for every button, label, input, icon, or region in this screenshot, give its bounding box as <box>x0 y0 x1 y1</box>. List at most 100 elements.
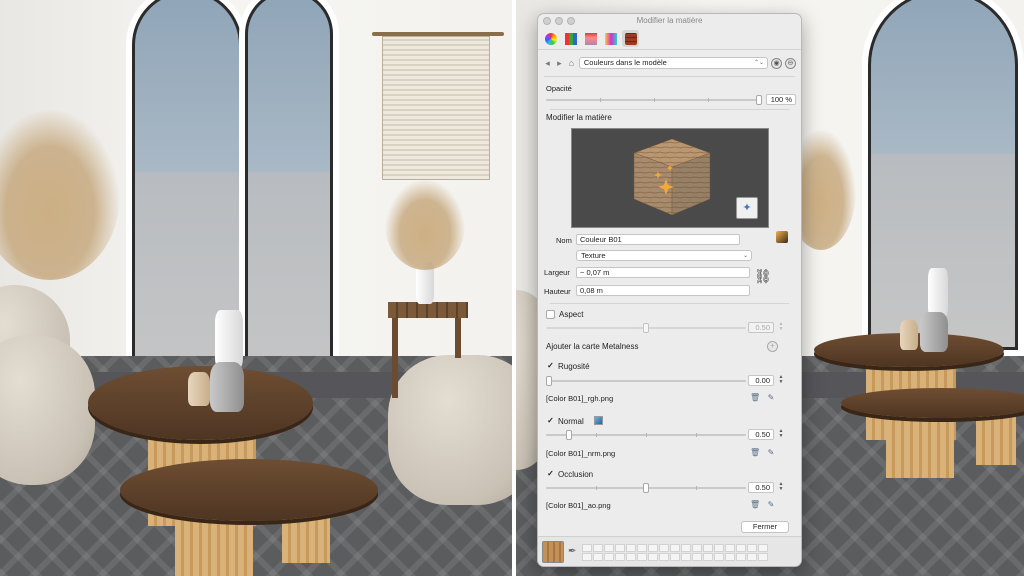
empty-swatch[interactable] <box>714 553 724 561</box>
empty-swatch[interactable] <box>593 553 603 561</box>
opacity-field[interactable]: 100 % <box>766 94 796 105</box>
link-chain-icon[interactable]: ⛓ <box>754 269 772 283</box>
eyedropper-icon[interactable]: ✒ <box>568 546 576 557</box>
empty-swatch[interactable] <box>604 544 614 552</box>
empty-swatch[interactable] <box>593 544 603 552</box>
roughness-stepper[interactable]: ▲ ▼ <box>778 375 784 386</box>
empty-swatch[interactable] <box>670 553 680 561</box>
aspect-field[interactable]: 0.50 <box>748 322 774 333</box>
viewport-left[interactable] <box>0 0 512 576</box>
empty-swatch[interactable] <box>626 544 636 552</box>
normal-checkbox[interactable]: ✓ <box>546 417 555 426</box>
chevron-updown-icon: ⌃⌄ <box>754 60 765 66</box>
rgb-tab[interactable] <box>562 30 579 47</box>
empty-swatch[interactable] <box>626 553 636 561</box>
edit-material-dialog: Modifier la matière ◂ ▸ ⌂ Couleurs dans … <box>537 13 802 567</box>
edit-icon[interactable]: ✎ <box>766 500 776 510</box>
close-button[interactable]: Fermer <box>741 521 789 533</box>
empty-swatch[interactable] <box>659 553 669 561</box>
collection-select-value: Couleurs dans le modèle <box>583 58 667 67</box>
normal-filename: [Color B01]_nrm.png <box>546 449 616 458</box>
sample-paint-icon[interactable]: ◉ <box>771 57 783 69</box>
material-preview: ✦ <box>571 128 769 228</box>
occlusion-slider[interactable] <box>546 483 746 493</box>
edit-icon[interactable]: ✎ <box>766 448 776 458</box>
normal-thumb[interactable] <box>566 430 572 440</box>
empty-swatch[interactable] <box>725 544 735 552</box>
empty-swatch[interactable] <box>703 544 713 552</box>
normal-slider[interactable] <box>546 430 746 440</box>
trash-icon[interactable]: 🗑 <box>750 448 760 458</box>
normal-field[interactable]: 0.50 <box>748 429 774 440</box>
swatch-grid[interactable] <box>582 544 768 561</box>
title-bar[interactable]: Modifier la matière <box>538 14 801 28</box>
empty-swatch[interactable] <box>681 544 691 552</box>
add-metalness-plus-icon[interactable]: + <box>767 341 778 352</box>
roughness-thumb[interactable] <box>546 376 552 386</box>
aspect-checkbox[interactable] <box>546 310 555 319</box>
empty-swatch[interactable] <box>725 553 735 561</box>
trash-icon[interactable]: 🗑 <box>750 393 760 403</box>
empty-swatch[interactable] <box>736 553 746 561</box>
current-material-swatch[interactable] <box>542 541 564 563</box>
empty-swatch[interactable] <box>747 553 757 561</box>
opacity-thumb[interactable] <box>756 95 762 105</box>
minimize-window-button[interactable] <box>555 17 563 25</box>
roughness-filename: [Color B01]_rgh.png <box>546 394 614 403</box>
roughness-field[interactable]: 0.00 <box>748 375 774 386</box>
home-icon[interactable]: ⌂ <box>567 58 576 68</box>
empty-swatch[interactable] <box>692 553 702 561</box>
occlusion-thumb[interactable] <box>643 483 649 493</box>
height-field[interactable]: 0,08 m <box>576 285 750 296</box>
empty-swatch[interactable] <box>736 544 746 552</box>
hls-tab[interactable] <box>582 30 599 47</box>
empty-swatch[interactable] <box>637 544 647 552</box>
roughness-slider[interactable] <box>546 376 746 386</box>
occlusion-checkbox[interactable]: ✓ <box>546 470 555 479</box>
empty-swatch[interactable] <box>703 553 713 561</box>
close-window-button[interactable] <box>543 17 551 25</box>
empty-swatch[interactable] <box>582 553 592 561</box>
empty-swatch[interactable] <box>747 544 757 552</box>
empty-swatch[interactable] <box>758 544 768 552</box>
armchair <box>0 335 95 485</box>
hsb-tab[interactable] <box>602 30 619 47</box>
empty-swatch[interactable] <box>648 544 658 552</box>
edit-icon[interactable]: ✎ <box>766 393 776 403</box>
tick <box>654 98 655 102</box>
empty-swatch[interactable] <box>714 544 724 552</box>
aspect-slider[interactable] <box>546 323 746 333</box>
color-wheel-tab[interactable] <box>542 30 559 47</box>
name-field[interactable]: Couleur B01 <box>576 234 740 245</box>
occlusion-field[interactable]: 0.50 <box>748 482 774 493</box>
normal-stepper[interactable]: ▲ ▼ <box>778 429 784 440</box>
trash-icon[interactable]: 🗑 <box>750 500 760 510</box>
empty-swatch[interactable] <box>648 553 658 561</box>
type-select-value: Texture <box>581 251 606 260</box>
empty-swatch[interactable] <box>659 544 669 552</box>
empty-swatch[interactable] <box>692 544 702 552</box>
roughness-checkbox[interactable]: ✓ <box>546 362 555 371</box>
empty-swatch[interactable] <box>758 553 768 561</box>
zoom-window-button[interactable] <box>567 17 575 25</box>
type-select[interactable]: Texture ⌄ <box>576 250 752 261</box>
aspect-thumb[interactable] <box>643 323 649 333</box>
empty-swatch[interactable] <box>604 553 614 561</box>
opacity-slider[interactable] <box>546 95 762 105</box>
back-arrow-icon[interactable]: ◂ <box>543 58 552 69</box>
details-icon[interactable]: ⊖ <box>785 57 796 69</box>
empty-swatch[interactable] <box>637 553 647 561</box>
material-tab[interactable] <box>622 30 639 47</box>
width-field[interactable]: ~ 0,07 m <box>576 267 750 278</box>
texture-box-icon[interactable] <box>776 231 788 243</box>
empty-swatch[interactable] <box>615 553 625 561</box>
empty-swatch[interactable] <box>670 544 680 552</box>
empty-swatch[interactable] <box>681 553 691 561</box>
sparkle-icon[interactable]: ✦ <box>736 197 758 219</box>
empty-swatch[interactable] <box>582 544 592 552</box>
collection-select[interactable]: Couleurs dans le modèle ⌃⌄ <box>578 57 769 69</box>
aspect-stepper[interactable]: ▲ ▼ <box>778 322 784 333</box>
empty-swatch[interactable] <box>615 544 625 552</box>
occlusion-stepper[interactable]: ▲ ▼ <box>778 482 784 493</box>
forward-arrow-icon[interactable]: ▸ <box>555 58 564 69</box>
